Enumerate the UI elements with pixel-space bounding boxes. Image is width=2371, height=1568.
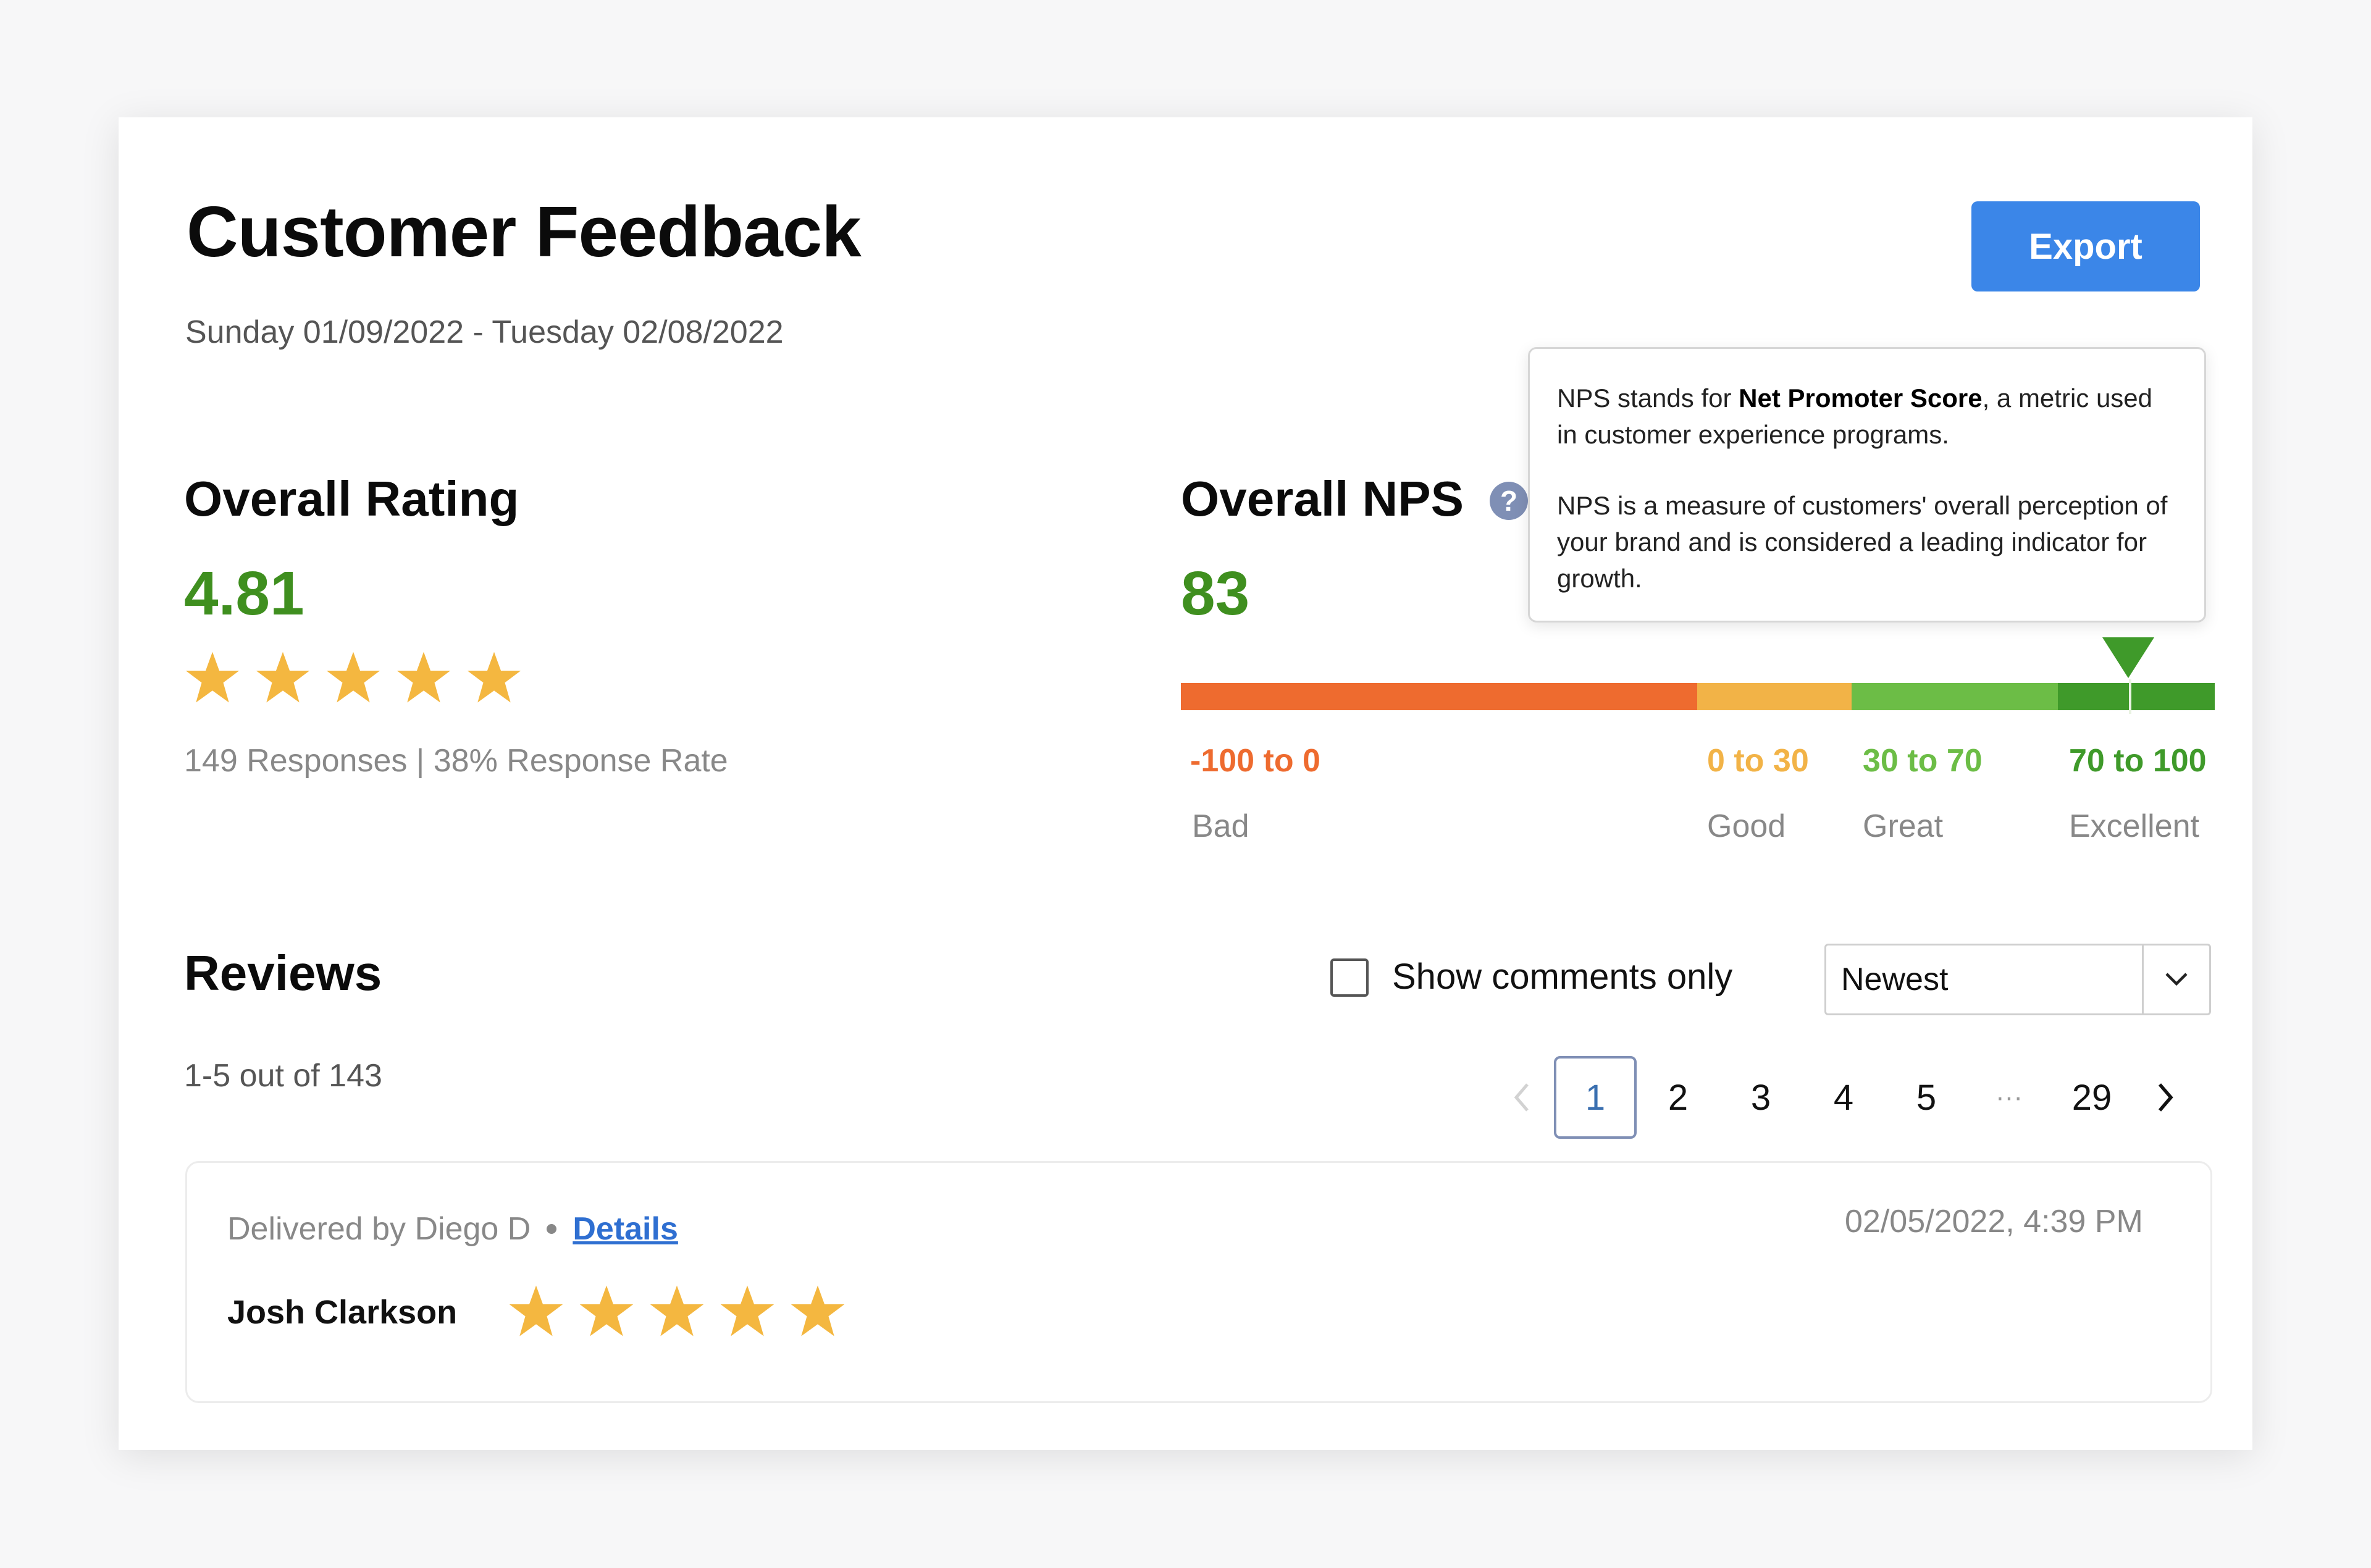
- review-delivered-by: Delivered by Diego D Details: [227, 1210, 678, 1247]
- star-icon: [508, 1283, 564, 1340]
- bullet-separator: [547, 1224, 557, 1234]
- nps-range-bad: -100 to 0: [1190, 743, 1320, 779]
- feedback-card: Customer Feedback Sunday 01/09/2022 - Tu…: [119, 117, 2252, 1450]
- reviewer-name: Josh Clarkson: [227, 1294, 458, 1331]
- page-title: Customer Feedback: [187, 191, 862, 272]
- date-range: Sunday 01/09/2022 - Tuesday 02/08/2022: [185, 314, 784, 350]
- tooltip-bold-term: Net Promoter Score: [1739, 384, 1983, 413]
- triangle-down-icon: [2102, 637, 2154, 678]
- page-ellipsis: ···: [1995, 1082, 2023, 1112]
- sort-selected-value: Newest: [1841, 962, 1949, 997]
- page-button-4[interactable]: 4: [1802, 1056, 1885, 1139]
- page-button-last[interactable]: 29: [2050, 1056, 2133, 1139]
- tooltip-paragraph-2: NPS is a measure of customers' overall p…: [1557, 491, 2168, 593]
- nps-range-great: 30 to 70: [1863, 743, 1983, 779]
- nps-score-tick: [2129, 679, 2131, 714]
- review-card: [185, 1161, 2212, 1403]
- nps-segment-bad: [1181, 683, 1697, 710]
- chevron-left-icon[interactable]: [1490, 1056, 1554, 1139]
- star-icon: [648, 1283, 705, 1340]
- review-count: 1-5 out of 143: [184, 1058, 382, 1094]
- star-icon: [578, 1283, 635, 1340]
- nps-tier-bad: Bad: [1192, 808, 1249, 844]
- chevron-down-icon[interactable]: [2142, 945, 2209, 1013]
- sort-select[interactable]: Newest: [1824, 944, 2211, 1015]
- overall-rating-value: 4.81: [184, 559, 304, 628]
- chevron-right-icon[interactable]: [2133, 1056, 2197, 1139]
- star-icon: [466, 650, 522, 706]
- delivered-by-text: Delivered by Diego D: [227, 1211, 531, 1247]
- details-link[interactable]: Details: [573, 1210, 678, 1247]
- page-button-3[interactable]: 3: [1719, 1056, 1802, 1139]
- nps-tier-great: Great: [1863, 808, 1944, 844]
- nps-segment-good: [1697, 683, 1852, 710]
- nps-segment-excellent: [2058, 683, 2215, 710]
- pagination: 1 2 3 4 5 ··· 29: [1490, 1056, 2197, 1139]
- page-button-5[interactable]: 5: [1885, 1056, 1968, 1139]
- star-icon: [254, 650, 311, 706]
- star-icon: [395, 650, 452, 706]
- nps-segment-great: [1852, 683, 2058, 710]
- overall-nps-title: Overall NPS: [1181, 471, 1464, 526]
- overall-rating-stars: [184, 650, 522, 706]
- page-button-1[interactable]: 1: [1554, 1056, 1637, 1139]
- export-button[interactable]: Export: [1971, 201, 2200, 291]
- star-icon: [719, 1283, 776, 1340]
- nps-tier-good: Good: [1707, 808, 1786, 844]
- reviews-title: Reviews: [184, 945, 382, 1000]
- star-icon: [184, 650, 241, 706]
- responses-summary: 149 Responses | 38% Response Rate: [184, 743, 728, 779]
- page-button-2[interactable]: 2: [1637, 1056, 1719, 1139]
- nps-scale-bar: [1181, 683, 2215, 710]
- nps-tooltip: NPS stands for Net Promoter Score, a met…: [1528, 347, 2206, 623]
- nps-tier-excellent: Excellent: [2069, 808, 2199, 844]
- nps-range-excellent: 70 to 100: [2069, 743, 2207, 779]
- overall-nps-value: 83: [1181, 559, 1250, 628]
- tooltip-paragraph-1: NPS stands for Net Promoter Score, a met…: [1557, 380, 2177, 453]
- show-comments-checkbox[interactable]: [1330, 958, 1369, 997]
- nps-range-good: 0 to 30: [1707, 743, 1809, 779]
- overall-rating-title: Overall Rating: [184, 471, 519, 526]
- star-icon: [325, 650, 382, 706]
- review-stars: [508, 1283, 846, 1340]
- review-date: 02/05/2022, 4:39 PM: [1845, 1204, 2143, 1239]
- show-comments-label[interactable]: Show comments only: [1392, 956, 1732, 997]
- star-icon: [789, 1283, 846, 1340]
- tooltip-text: NPS stands for: [1557, 384, 1739, 413]
- question-icon[interactable]: ?: [1490, 482, 1528, 520]
